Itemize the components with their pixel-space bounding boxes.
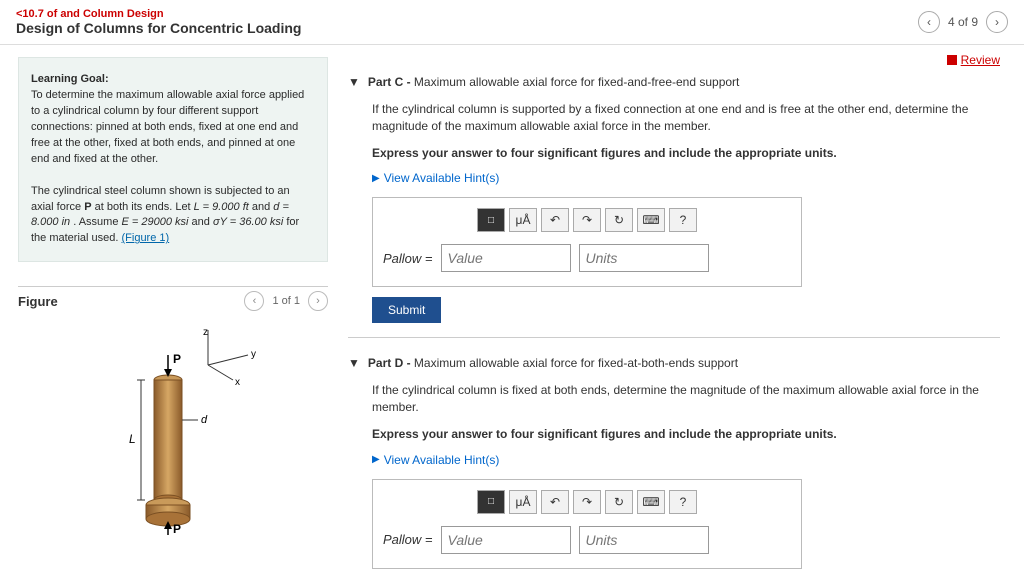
hints-toggle[interactable]: ▶View Available Hint(s) — [372, 171, 1000, 185]
reset-button[interactable]: ↻ — [605, 208, 633, 232]
figure-next-button[interactable]: › — [308, 291, 328, 311]
redo-button[interactable]: ↷ — [573, 208, 601, 232]
svg-text:L: L — [129, 432, 136, 446]
units-input[interactable] — [579, 526, 709, 554]
divider — [348, 337, 1000, 338]
collapse-icon[interactable]: ▼ — [348, 75, 360, 89]
svg-text:y: y — [251, 349, 256, 360]
help-button[interactable]: ? — [669, 208, 697, 232]
redo-button[interactable]: ↷ — [573, 490, 601, 514]
answer-toolbar: □ μÅ ↶ ↷ ↻ ⌨ ? — [383, 208, 791, 232]
part-c-header: ▼ Part C - Maximum allowable axial force… — [348, 75, 1000, 89]
page-indicator: 4 of 9 — [948, 15, 978, 29]
hints-toggle[interactable]: ▶View Available Hint(s) — [372, 453, 1000, 467]
part-c-prompt: If the cylindrical column is supported b… — [372, 101, 1000, 135]
caret-right-icon: ▶ — [372, 173, 380, 184]
svg-text:z: z — [203, 327, 208, 338]
part-d-prompt: If the cylindrical column is fixed at bo… — [372, 382, 1000, 416]
part-d-header: ▼ Part D - Maximum allowable axial force… — [348, 356, 1000, 370]
answer-box-c: □ μÅ ↶ ↷ ↻ ⌨ ? Pallow = — [372, 197, 802, 287]
units-input[interactable] — [579, 244, 709, 272]
value-input[interactable] — [441, 526, 571, 554]
answer-label: Pallow = — [383, 251, 433, 266]
breadcrumb: <10.7 of and Column Design — [16, 8, 301, 20]
part-c-body: If the cylindrical column is supported b… — [372, 101, 1000, 287]
answer-box-d: □ μÅ ↶ ↷ ↻ ⌨ ? Pallow = — [372, 479, 802, 569]
figure-pager: 1 of 1 — [272, 295, 300, 307]
caret-right-icon: ▶ — [372, 454, 380, 465]
templates-button[interactable]: □ — [477, 490, 505, 514]
value-input[interactable] — [441, 244, 571, 272]
undo-button[interactable]: ↶ — [541, 208, 569, 232]
undo-button[interactable]: ↶ — [541, 490, 569, 514]
help-button[interactable]: ? — [669, 490, 697, 514]
figure-label: Figure — [18, 294, 58, 309]
next-page-button[interactable]: › — [986, 11, 1008, 33]
svg-text:P: P — [173, 352, 181, 366]
figure-link[interactable]: (Figure 1) — [122, 232, 170, 244]
flag-icon — [947, 55, 957, 65]
part-c-instr: Express your answer to four significant … — [372, 145, 1000, 162]
part-d-body: If the cylindrical column is fixed at bo… — [372, 382, 1000, 568]
figure-prev-button[interactable]: ‹ — [244, 291, 264, 311]
svg-text:d: d — [201, 414, 208, 426]
learning-goal-heading: Learning Goal: — [31, 73, 109, 85]
units-mu-button[interactable]: μÅ — [509, 208, 537, 232]
page-title: Design of Columns for Concentric Loading — [16, 20, 301, 36]
answer-label: Pallow = — [383, 532, 433, 547]
review-link[interactable]: Review — [947, 53, 1000, 67]
submit-button[interactable]: Submit — [372, 297, 441, 323]
reset-button[interactable]: ↻ — [605, 490, 633, 514]
learning-goal-p1: To determine the maximum allowable axial… — [31, 89, 304, 165]
svg-text:x: x — [235, 377, 240, 388]
collapse-icon[interactable]: ▼ — [348, 356, 360, 370]
templates-button[interactable]: □ — [477, 208, 505, 232]
page-nav: ‹ 4 of 9 › — [918, 11, 1008, 33]
svg-text:P: P — [173, 522, 181, 535]
keyboard-button[interactable]: ⌨ — [637, 208, 665, 232]
answer-toolbar: □ μÅ ↶ ↷ ↻ ⌨ ? — [383, 490, 791, 514]
keyboard-button[interactable]: ⌨ — [637, 490, 665, 514]
units-mu-button[interactable]: μÅ — [509, 490, 537, 514]
figure-header: Figure ‹ 1 of 1 › — [18, 286, 328, 315]
learning-goal-box: Learning Goal: To determine the maximum … — [18, 57, 328, 262]
header: <10.7 of and Column Design Design of Col… — [0, 0, 1024, 45]
part-d-instr: Express your answer to four significant … — [372, 426, 1000, 443]
figure-image: z y x P P d L — [18, 325, 328, 535]
prev-page-button[interactable]: ‹ — [918, 11, 940, 33]
